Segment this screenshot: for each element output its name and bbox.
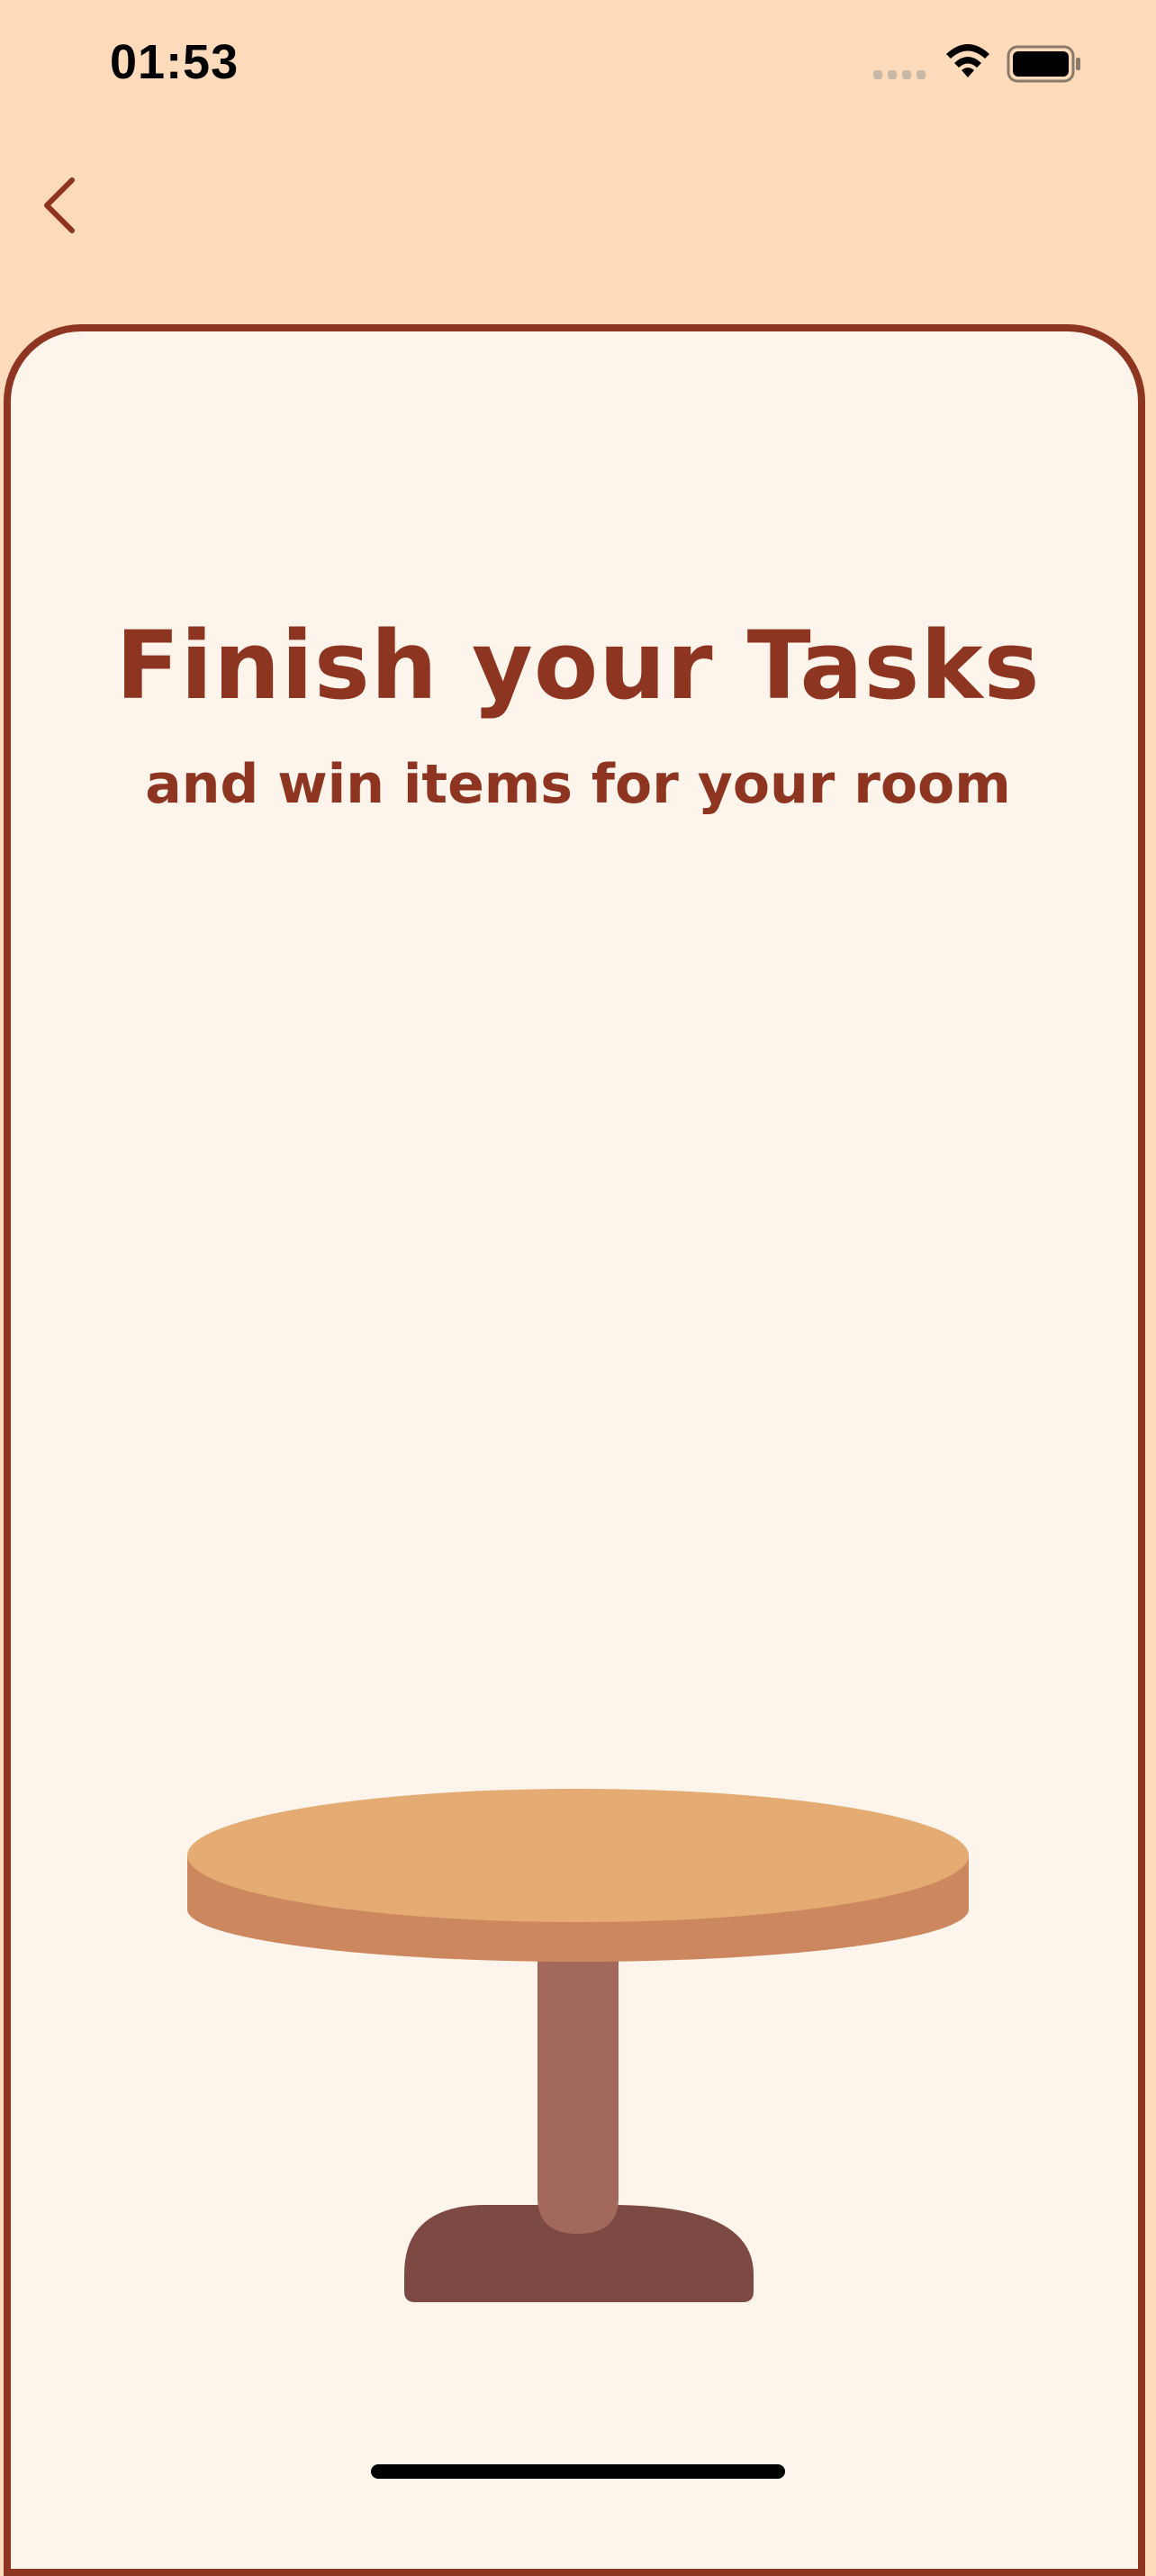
cellular-signal-icon — [873, 70, 926, 79]
status-time: 01:53 — [110, 35, 239, 89]
chevron-left-icon — [44, 177, 75, 233]
page-title: Finish your Tasks — [115, 611, 1041, 721]
wifi-icon — [946, 44, 989, 77]
battery-icon — [1007, 45, 1080, 83]
table-top — [187, 1789, 969, 1922]
table-leg — [537, 1949, 619, 2234]
home-indicator — [371, 2464, 785, 2479]
page-subtitle: and win items for your room — [145, 753, 1011, 816]
table-illustration — [187, 1789, 969, 2302]
status-bar: 01:53 — [0, 0, 1156, 135]
back-button[interactable] — [32, 168, 90, 240]
